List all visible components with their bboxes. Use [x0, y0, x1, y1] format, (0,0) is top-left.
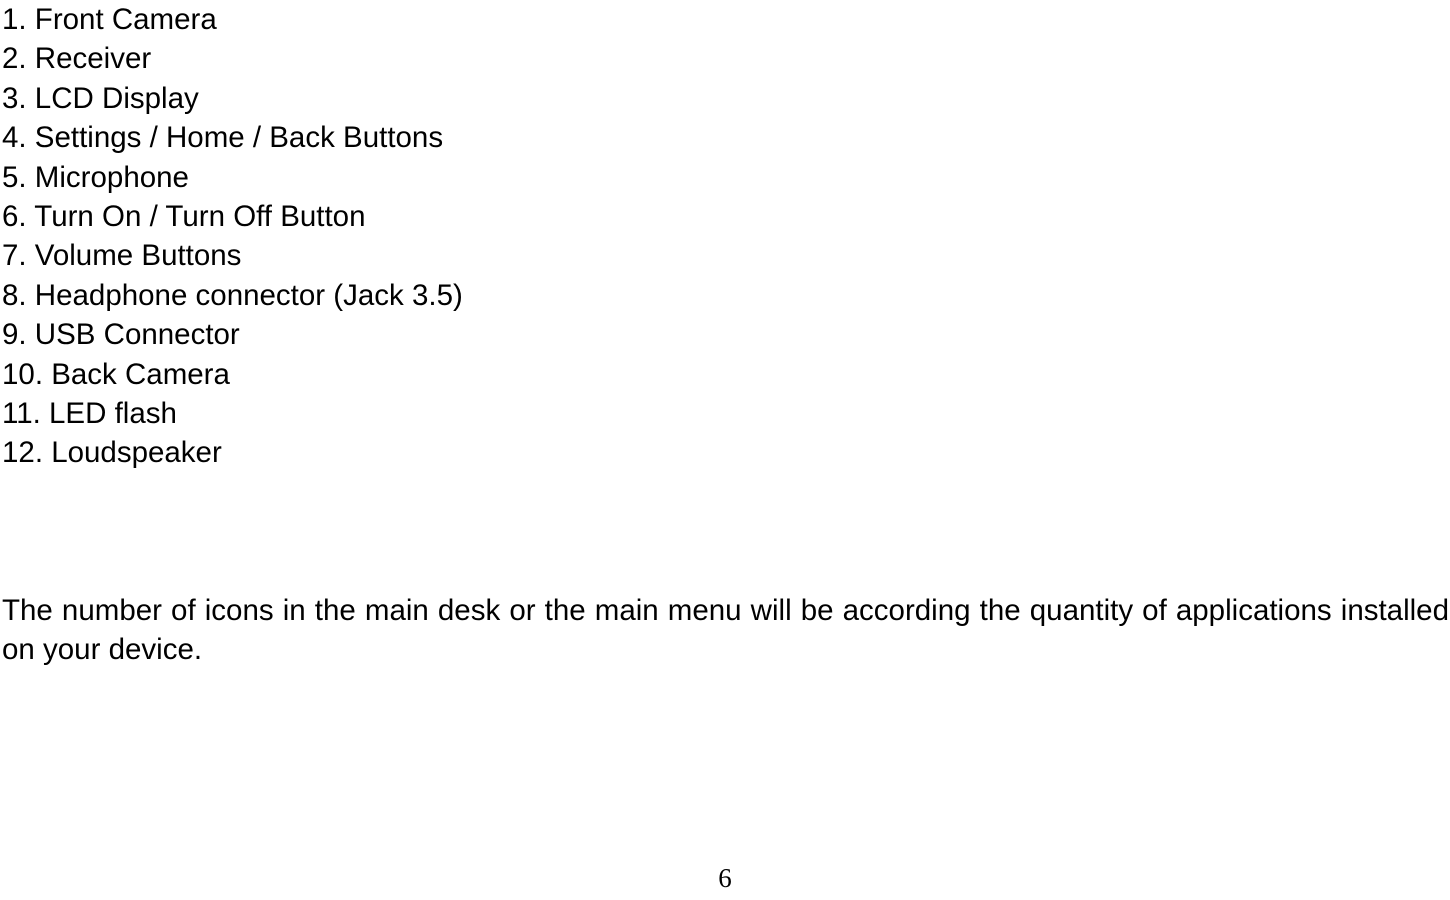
list-item: 9. USB Connector — [2, 318, 240, 352]
document-page: 1. Front Camera 2. Receiver 3. LCD Displ… — [0, 0, 1450, 900]
page-content: 1. Front Camera 2. Receiver 3. LCD Displ… — [2, 0, 1449, 670]
body-paragraph: The number of icons in the main desk or … — [2, 593, 1449, 667]
list-item: 1. Front Camera — [2, 3, 217, 36]
list-item: 4. Settings / Home / Back Buttons — [2, 121, 444, 155]
list-item: 8. Headphone connector (Jack 3.5) — [2, 278, 463, 312]
list-item: 5. Microphone — [2, 160, 189, 194]
list-item: 6. Turn On / Turn Off Button — [2, 200, 366, 234]
list-item: 7. Volume Buttons — [2, 239, 242, 273]
page-number: 6 — [718, 863, 732, 893]
list-item: 12. Loudspeaker — [2, 436, 222, 470]
list-item: 2. Receiver — [2, 42, 152, 76]
device-parts-list: 1. Front Camera 2. Receiver 3. LCD Displ… — [2, 0, 1449, 473]
list-item: 10. Back Camera — [2, 357, 230, 391]
list-item: 3. LCD Display — [2, 81, 199, 115]
list-item: 11. LED flash — [2, 397, 177, 431]
vertical-spacer — [2, 473, 1449, 591]
